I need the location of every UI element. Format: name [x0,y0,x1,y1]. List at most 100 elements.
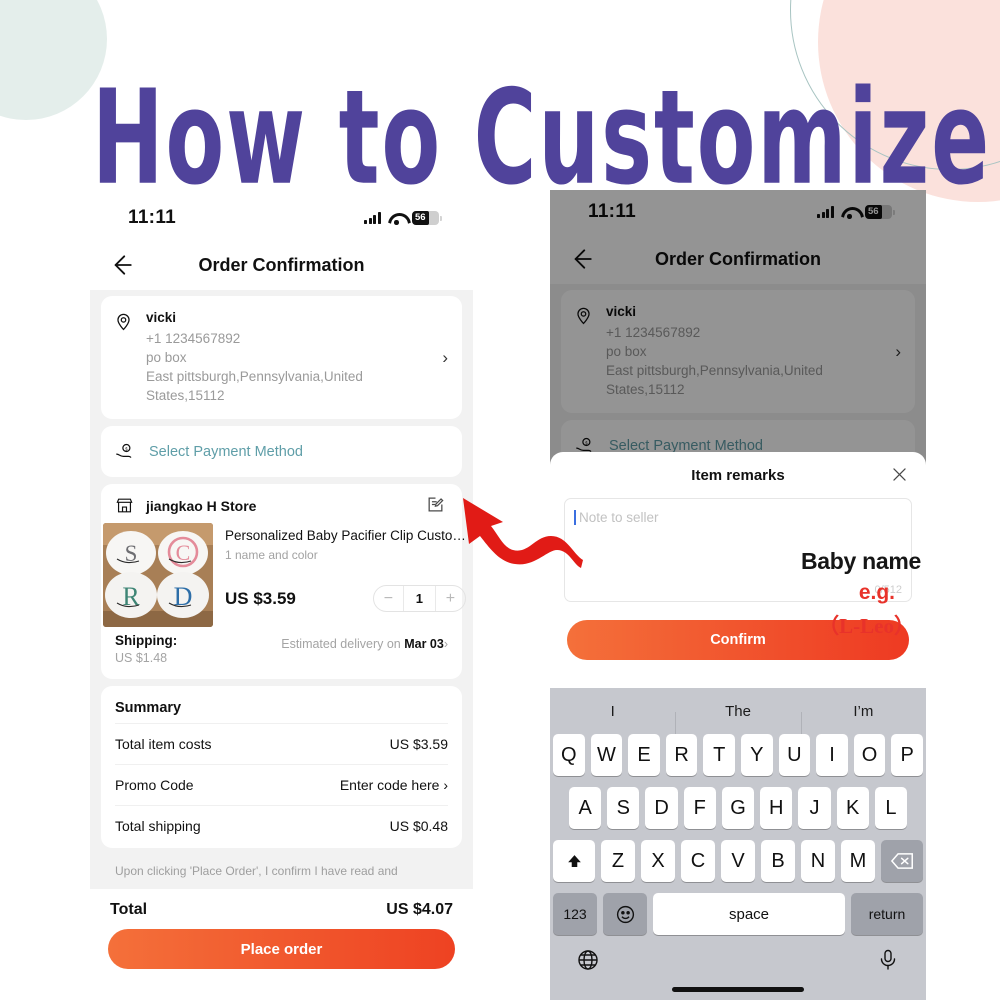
address-line3: States,15112 [146,388,225,403]
nav-title: Order Confirmation [198,254,365,275]
return-key[interactable]: return [851,893,923,935]
key-c[interactable]: C [681,840,715,882]
key-b[interactable]: B [761,840,795,882]
phone-left-screen: 11:11 56 Order Confirmation vicki +1 123… [90,196,473,1000]
backspace-delete-icon[interactable] [881,840,923,882]
key-q[interactable]: Q [553,734,585,776]
address-line1: po box [146,350,187,365]
summary-row-promo-code[interactable]: Promo Code Enter code here › [115,764,448,805]
prediction-2[interactable]: I’m [800,703,926,734]
payment-hand-money-icon: $ [115,441,136,462]
key-s[interactable]: S [607,787,640,829]
key-o[interactable]: O [853,734,886,776]
delivery-estimate-prefix: Estimated delivery on [281,637,405,651]
svg-text:$: $ [125,446,128,451]
character-counter: 0/512 [874,584,902,596]
signal-bars-icon [364,212,381,224]
svg-text:C: C [176,540,191,565]
store-name[interactable]: jiangkao H Store [146,498,256,514]
edit-note-icon[interactable] [426,495,445,514]
address-line2: East pittsburgh,Pennsylvania,United [146,369,363,384]
payment-method-card[interactable]: $ Select Payment Method [101,426,462,477]
onscreen-keyboard: I The I’m Q W E R T Y U I O P A S D F G … [550,688,926,1000]
prediction-1[interactable]: The [675,703,800,734]
keyboard-row-3: Z X C V B N M [553,840,923,882]
summary-value: US $3.59 [389,736,448,752]
note-to-seller-input[interactable]: Note to seller 0/512 [564,498,912,602]
quantity-stepper[interactable]: − 1 + [372,585,466,612]
address-chevron-icon[interactable]: › [442,348,448,368]
shipping-cost: US $1.48 [115,651,168,665]
note-placeholder: Note to seller [579,510,659,525]
address-phone: +1 1234567892 [606,325,701,340]
quantity-increase-button[interactable]: + [436,586,465,611]
summary-label: Total shipping [115,818,201,834]
back-arrow-icon[interactable] [568,246,594,272]
key-z[interactable]: Z [601,840,635,882]
globe-language-icon[interactable] [576,948,600,972]
shipping-label: Shipping: [115,633,178,648]
address-card[interactable]: vicki +1 1234567892 po box East pittsbur… [561,290,915,413]
shift-up-arrow-icon[interactable] [553,840,595,882]
key-w[interactable]: W [590,734,623,776]
place-order-button[interactable]: Place order [108,929,455,969]
numbers-key[interactable]: 123 [553,893,597,935]
delivery-estimate[interactable]: Estimated delivery on Mar 03› [281,633,448,651]
address-line2: East pittsburgh,Pennsylvania,United [606,363,823,378]
product-title[interactable]: Personalized Baby Pacifier Clip Custo… [225,527,466,544]
key-h[interactable]: H [760,787,793,829]
key-t[interactable]: T [703,734,735,776]
key-d[interactable]: D [645,787,678,829]
signal-bars-icon [817,206,834,218]
space-key[interactable]: space [653,893,845,935]
key-i[interactable]: I [816,734,848,776]
delivery-chevron-icon: › [443,637,448,651]
keyboard-row-2: A S D F G H J K L [553,787,923,829]
key-e[interactable]: E [628,734,660,776]
summary-row-total-shipping: Total shipping US $0.48 [115,805,448,846]
location-pin-icon [114,312,134,405]
back-arrow-icon[interactable] [108,252,134,278]
key-k[interactable]: K [836,787,869,829]
battery-icon: 56 [865,205,895,219]
quantity-decrease-button[interactable]: − [374,586,403,611]
product-thumbnail[interactable]: S C R D [103,523,213,627]
poster-canvas: How to Customize 11:11 56 Order Confirma… [0,0,1000,1000]
key-x[interactable]: X [641,840,675,882]
prediction-0[interactable]: I [550,703,675,720]
key-v[interactable]: V [721,840,755,882]
keyboard-row-1: Q W E R T Y U I O P [553,734,923,776]
key-r[interactable]: R [665,734,698,776]
nav-bar: Order Confirmation [550,234,926,284]
key-m[interactable]: M [841,840,875,882]
key-p[interactable]: P [891,734,923,776]
close-x-icon[interactable] [890,465,909,484]
key-f[interactable]: F [683,787,716,829]
battery-level: 56 [415,212,426,223]
confirm-button[interactable]: Confirm [567,620,909,660]
status-bar: 11:11 56 [90,196,473,240]
order-scroll-body: vicki +1 1234567892 po box East pittsbur… [90,290,473,889]
microphone-icon[interactable] [876,948,900,972]
address-chevron-icon[interactable]: › [895,342,901,362]
keyboard-row-4: 123 space return [553,893,923,935]
key-l[interactable]: L [874,787,907,829]
status-bar-time: 11:11 [588,201,636,222]
wifi-icon [841,206,858,219]
key-a[interactable]: A [569,787,602,829]
emoji-smiley-icon[interactable] [603,893,647,935]
sheet-title: Item remarks [691,466,785,484]
key-n[interactable]: N [801,840,835,882]
address-card[interactable]: vicki +1 1234567892 po box East pittsbur… [101,296,462,419]
nav-bar: Order Confirmation [90,240,473,290]
mint-circle-decoration [0,0,107,120]
key-u[interactable]: U [778,734,811,776]
delivery-estimate-date: Mar 03 [404,637,444,651]
key-y[interactable]: Y [741,734,773,776]
key-j[interactable]: J [798,787,831,829]
summary-label: Total item costs [115,736,212,752]
key-g[interactable]: G [721,787,755,829]
promo-code-value[interactable]: Enter code here › [340,777,448,793]
summary-heading: Summary [115,700,182,716]
quantity-value[interactable]: 1 [402,586,436,611]
